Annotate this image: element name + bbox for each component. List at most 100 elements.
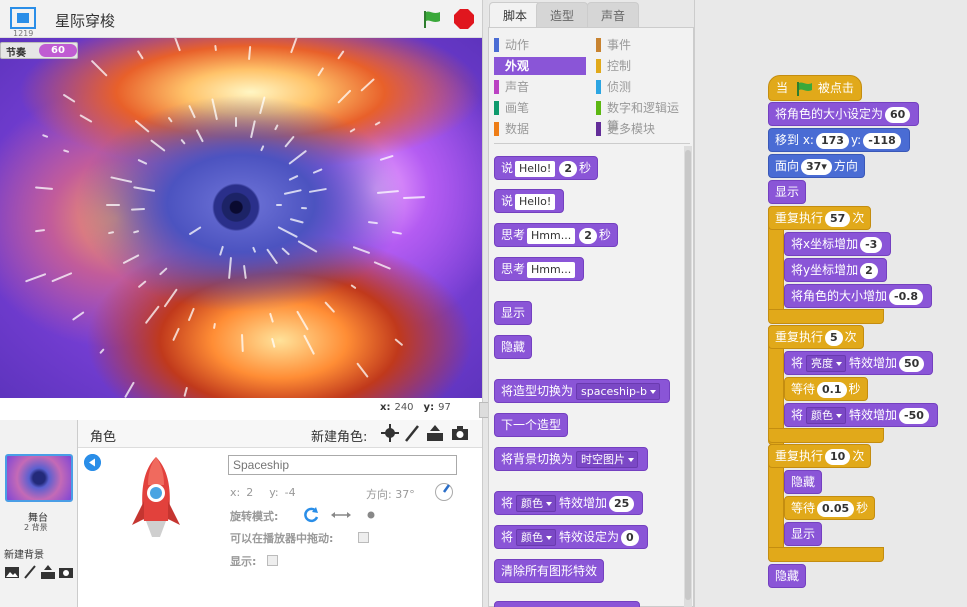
star-streak bbox=[374, 121, 381, 126]
paint-backdrop-icon[interactable] bbox=[22, 564, 38, 580]
show-block[interactable]: 显示 bbox=[768, 180, 807, 204]
category-motion[interactable]: 动作 bbox=[494, 36, 529, 54]
green-flag-icon bbox=[796, 81, 812, 96]
star-streak bbox=[379, 154, 394, 161]
star-streak bbox=[109, 176, 132, 183]
goto-xy-block[interactable]: 移到 x: 173 y: -118 bbox=[768, 128, 910, 152]
direction-dial-icon[interactable] bbox=[434, 482, 454, 502]
star-streak bbox=[312, 168, 323, 175]
camera-sprite-icon[interactable] bbox=[450, 423, 470, 443]
repeat-5-block[interactable]: 重复执行 5 次 bbox=[768, 325, 864, 349]
repeat-57-block[interactable]: 重复执行 57 次 bbox=[768, 206, 872, 230]
sprite-name-input[interactable] bbox=[228, 455, 457, 475]
hide-block[interactable]: 隐藏 bbox=[768, 564, 807, 588]
hide-block[interactable]: 隐藏 bbox=[784, 470, 823, 494]
wait-0-1-block[interactable]: 等待 0.1 秒 bbox=[784, 377, 868, 401]
star-streak bbox=[350, 284, 357, 290]
tab-costumes[interactable]: 造型 bbox=[536, 2, 589, 28]
when-flag-clicked-block[interactable]: 当 被点击 bbox=[768, 75, 862, 101]
mouse-y-label: y: bbox=[423, 402, 435, 413]
change-effect-block[interactable]: 将颜色 特效增加 25 bbox=[494, 491, 644, 515]
category-operators[interactable]: 数字和逻辑运算 bbox=[596, 99, 690, 133]
upload-sprite-icon[interactable] bbox=[425, 423, 445, 443]
star-streak bbox=[349, 128, 356, 134]
camera-backdrop-icon[interactable] bbox=[58, 564, 74, 580]
star-streak bbox=[252, 246, 257, 253]
tab-scripts[interactable]: 脚本 bbox=[489, 2, 542, 29]
set-size-block[interactable]: 将角色的大小设定为 60 bbox=[768, 102, 920, 126]
say-for-secs-block[interactable]: 说 Hello! 2 秒 bbox=[494, 156, 598, 180]
star-streak bbox=[359, 77, 375, 92]
change-size-block[interactable]: 将角色的大小增加 -0.8 bbox=[784, 284, 933, 308]
version-label: 1219 bbox=[13, 29, 34, 38]
next-costume-block[interactable]: 下一个造型 bbox=[494, 413, 569, 437]
draggable-label: 可以在播放器中拖动: bbox=[230, 532, 334, 545]
wait-0-05-block[interactable]: 等待 0.05 秒 bbox=[784, 496, 876, 520]
star-streak bbox=[219, 245, 225, 256]
star-streak bbox=[260, 144, 265, 152]
star-streak bbox=[274, 123, 279, 131]
star-streak bbox=[106, 204, 120, 206]
clear-effects-block[interactable]: 清除所有图形特效 bbox=[494, 559, 605, 583]
backdrop-library-icon[interactable] bbox=[4, 564, 20, 580]
rotate-all-around-icon[interactable] bbox=[302, 506, 320, 524]
dont-rotate-icon[interactable] bbox=[364, 506, 378, 524]
show-block[interactable]: 显示 bbox=[494, 301, 533, 325]
star-streak bbox=[189, 226, 202, 236]
star-streak bbox=[240, 333, 244, 352]
star-streak bbox=[283, 189, 302, 196]
category-data[interactable]: 数据 bbox=[494, 120, 529, 138]
stage-thumbnail[interactable] bbox=[5, 454, 73, 502]
stage-canvas[interactable] bbox=[0, 38, 482, 398]
show-checkbox[interactable] bbox=[267, 555, 278, 566]
collapse-info-icon[interactable] bbox=[84, 454, 101, 471]
star-streak bbox=[394, 337, 404, 346]
backdrop-count: 2 背景 bbox=[24, 523, 48, 532]
star-streak bbox=[296, 310, 309, 331]
sprite-library-icon[interactable] bbox=[380, 423, 400, 443]
think-for-secs-block[interactable]: 思考 Hmm... 2 秒 bbox=[494, 223, 618, 247]
switch-costume-block[interactable]: 将造型切换为 spaceship-b bbox=[494, 379, 670, 403]
star-streak bbox=[124, 381, 135, 398]
category-control[interactable]: 控制 bbox=[596, 57, 631, 75]
star-streak bbox=[133, 185, 156, 192]
tempo-value: 60 bbox=[39, 44, 77, 57]
green-flag-icon[interactable] bbox=[421, 8, 443, 30]
change-color-block[interactable]: 将颜色 特效增加 -50 bbox=[784, 403, 938, 427]
draggable-checkbox[interactable] bbox=[358, 532, 369, 543]
category-more-blocks[interactable]: 更多模块 bbox=[596, 120, 655, 138]
repeat-10-block[interactable]: 重复执行 10 次 bbox=[768, 444, 872, 468]
star-streak bbox=[150, 139, 166, 152]
star-streak bbox=[297, 240, 318, 253]
hide-block[interactable]: 隐藏 bbox=[494, 335, 533, 359]
star-streak bbox=[276, 204, 282, 206]
change-x-block[interactable]: 将x坐标增加 -3 bbox=[784, 232, 892, 256]
category-sensing[interactable]: 侦测 bbox=[596, 78, 631, 96]
partial-block[interactable] bbox=[494, 601, 640, 607]
stop-icon[interactable] bbox=[453, 8, 475, 30]
paint-sprite-icon[interactable] bbox=[402, 423, 422, 443]
category-looks[interactable]: 外观 bbox=[494, 57, 586, 75]
think-block[interactable]: 思考 Hmm... bbox=[494, 257, 585, 281]
category-sound[interactable]: 声音 bbox=[494, 78, 529, 96]
show-label: 显示: bbox=[230, 555, 257, 568]
star-streak bbox=[136, 50, 144, 60]
show-block[interactable]: 显示 bbox=[784, 522, 823, 546]
upload-backdrop-icon[interactable] bbox=[40, 564, 56, 580]
set-effect-block[interactable]: 将颜色 特效设定为 0 bbox=[494, 525, 648, 549]
left-right-icon[interactable] bbox=[330, 506, 352, 524]
change-brightness-block[interactable]: 将亮度 特效增加 50 bbox=[784, 351, 934, 375]
point-direction-block[interactable]: 面向 37▾ 方向 bbox=[768, 154, 865, 178]
star-streak bbox=[63, 149, 70, 154]
fullscreen-icon[interactable] bbox=[10, 7, 36, 29]
category-pen[interactable]: 画笔 bbox=[494, 99, 529, 117]
switch-backdrop-block[interactable]: 将背景切换为 时空图片 bbox=[494, 447, 649, 471]
category-events[interactable]: 事件 bbox=[596, 36, 631, 54]
change-y-block[interactable]: 将y坐标增加 2 bbox=[784, 258, 887, 282]
palette-scroll-thumb[interactable] bbox=[685, 150, 691, 600]
star-streak bbox=[25, 273, 47, 283]
tab-sounds[interactable]: 声音 bbox=[587, 2, 640, 28]
project-title[interactable]: 星际穿梭 bbox=[55, 10, 115, 31]
say-block[interactable]: 说 Hello! bbox=[494, 189, 565, 213]
star-streak bbox=[34, 186, 53, 190]
